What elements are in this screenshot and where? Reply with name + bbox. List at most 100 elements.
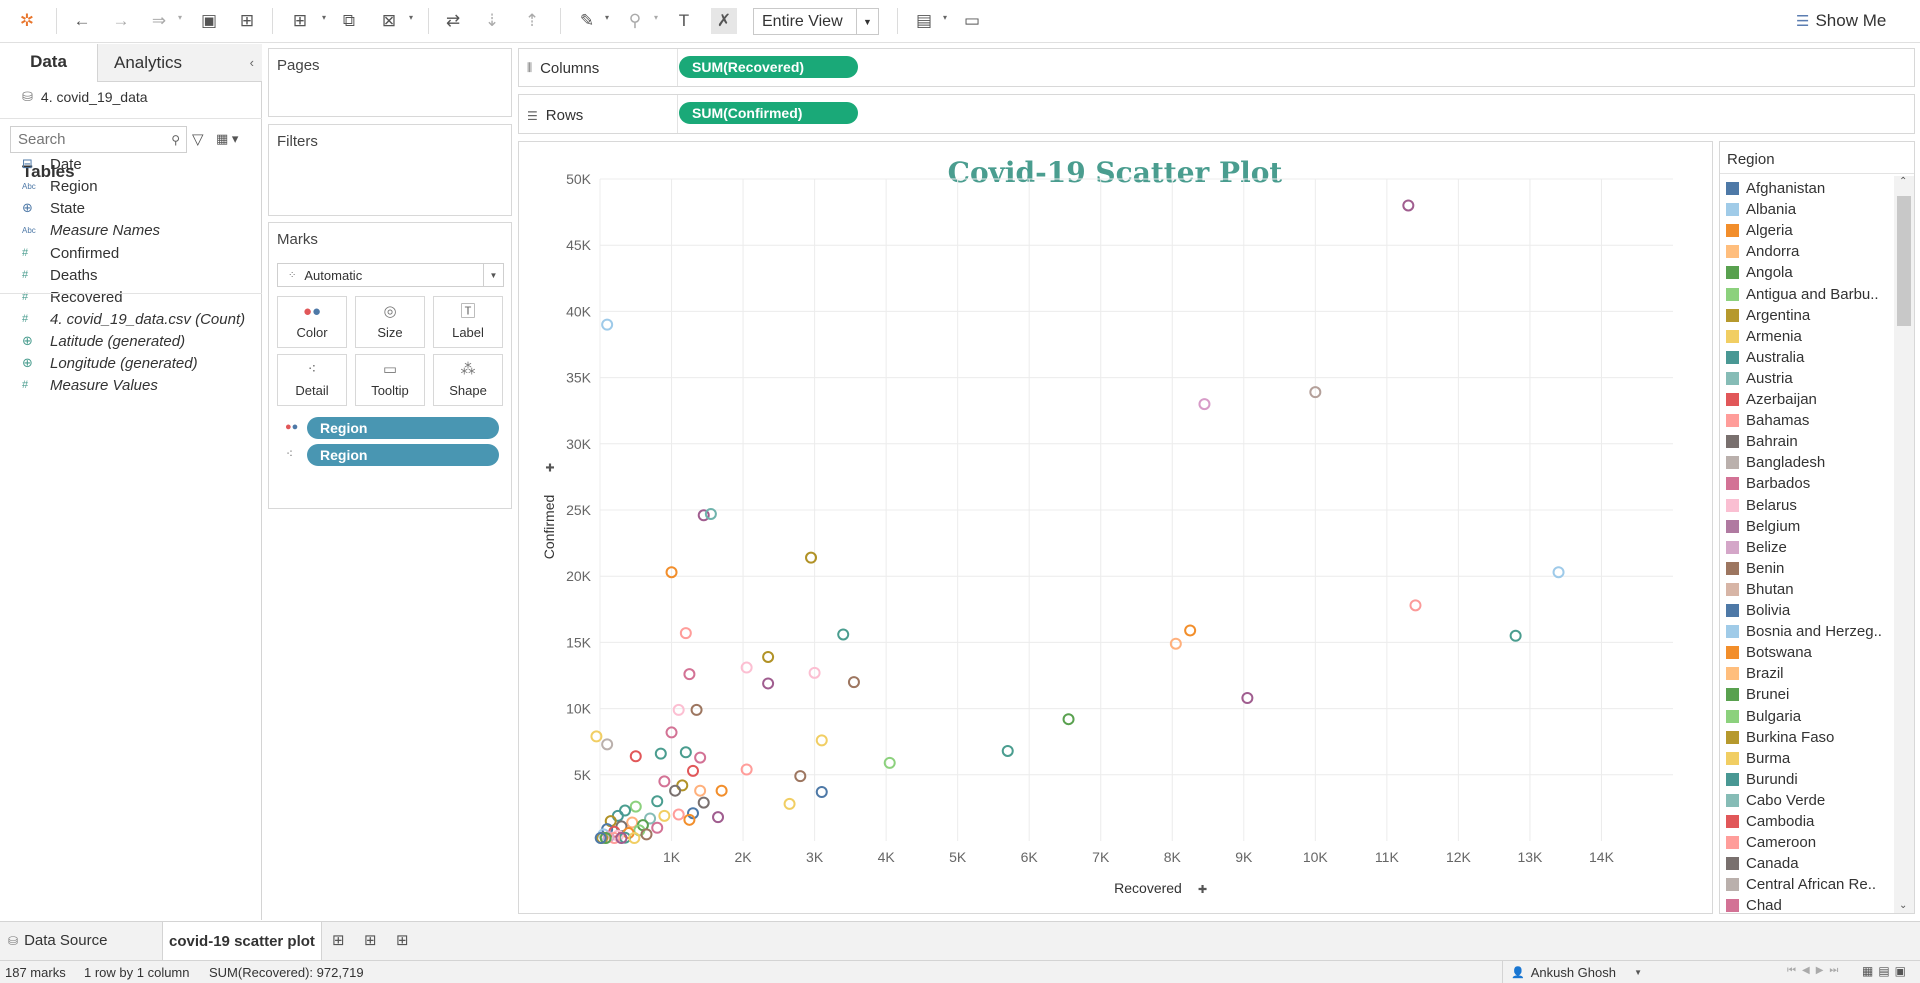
scatter-point[interactable]	[1184, 624, 1197, 637]
legend-item[interactable]: Belgium	[1726, 516, 1800, 537]
legend-item[interactable]: Burma	[1726, 748, 1790, 769]
legend-item[interactable]: Angola	[1726, 262, 1793, 283]
field-region[interactable]: Abc Region	[22, 175, 98, 197]
scatter-point[interactable]	[672, 808, 685, 821]
scatter-point[interactable]	[601, 738, 614, 751]
presentation-mode-icon[interactable]: ▭	[959, 8, 985, 34]
tab-analytics[interactable]: Analytics ‹	[97, 44, 262, 82]
legend-item[interactable]: Azerbaijan	[1726, 389, 1817, 410]
legend-item[interactable]: Canada	[1726, 853, 1799, 874]
search-input[interactable]	[18, 131, 163, 148]
visualization-area[interactable]: Covid-19 Scatter Plot 5K 10K 15K 20K 25K 30K 3…	[518, 141, 1713, 914]
scatter-point[interactable]	[629, 800, 642, 813]
scatter-point[interactable]	[1402, 199, 1415, 212]
field-recovered[interactable]: # Recovered	[22, 286, 123, 308]
legend-item[interactable]: Bulgaria	[1726, 706, 1801, 727]
replay-icon[interactable]: ⇒	[146, 8, 172, 34]
redo-icon[interactable]: →	[108, 8, 134, 34]
show-cards-dropdown-icon[interactable]: ▾	[943, 13, 947, 22]
legend-item[interactable]: Cambodia	[1726, 811, 1814, 832]
scatter-point[interactable]	[679, 627, 692, 640]
new-worksheet-dropdown-icon[interactable]: ▾	[322, 13, 326, 22]
scatter-point[interactable]	[815, 786, 828, 799]
field-measure-names[interactable]: Abc Measure Names	[22, 219, 160, 241]
scroll-down-icon[interactable]: ⌄	[1899, 900, 1907, 911]
legend-item[interactable]: Andorra	[1726, 241, 1799, 262]
scroll-up-icon[interactable]: ⌃	[1899, 176, 1907, 187]
field-latitude-generated[interactable]: ⊕ Latitude (generated)	[22, 330, 185, 352]
duplicate-sheet-icon[interactable]: ⧉	[336, 8, 362, 34]
region-color-pill[interactable]: Region	[307, 417, 499, 439]
legend-item[interactable]: Albania	[1726, 199, 1796, 220]
scatter-point[interactable]	[651, 821, 664, 834]
new-worksheet-icon[interactable]: ⊞	[332, 931, 345, 949]
legend-item[interactable]: Armenia	[1726, 326, 1802, 347]
scatter-chart[interactable]: Covid-19 Scatter Plot 5K 10K 15K 20K 25K 30K 3…	[519, 142, 1712, 913]
field-deaths[interactable]: # Deaths	[22, 264, 98, 286]
y-axis-title[interactable]: Confirmed	[541, 495, 557, 560]
scatter-point[interactable]	[651, 795, 664, 808]
tab-data[interactable]: Data	[0, 44, 97, 82]
legend-item[interactable]: Bolivia	[1726, 600, 1790, 621]
clear-sheet-icon[interactable]: ⊠	[376, 8, 402, 34]
legend-item[interactable]: Botswana	[1726, 642, 1812, 663]
legend-item[interactable]: Brazil	[1726, 663, 1784, 684]
field-4-covid-19-data-csv-count[interactable]: #4. covid_19_data.csv (Count)	[22, 308, 245, 330]
user-menu[interactable]: 👤 Ankush Ghosh ▼	[1502, 961, 1650, 983]
scatter-point[interactable]	[783, 797, 796, 810]
new-worksheet-icon[interactable]: ⊞	[287, 8, 313, 34]
sort-descending-icon[interactable]: ⇡	[519, 8, 545, 34]
scrollbar-thumb[interactable]	[1897, 196, 1911, 326]
legend-item[interactable]: Brunei	[1726, 684, 1789, 705]
legend-item[interactable]: Australia	[1726, 347, 1804, 368]
scatter-point[interactable]	[762, 650, 775, 663]
scatter-point[interactable]	[712, 811, 725, 824]
fit-view-dropdown[interactable]: Entire View ▼	[753, 8, 879, 35]
view-options-icon[interactable]: ▦ ▾	[216, 131, 238, 147]
scatter-point[interactable]	[847, 676, 860, 689]
replay-dropdown-icon[interactable]: ▾	[178, 13, 182, 22]
legend-item[interactable]: Belize	[1726, 537, 1787, 558]
legend-item[interactable]: Barbados	[1726, 473, 1810, 494]
scatter-point[interactable]	[658, 775, 671, 788]
highlight-icon[interactable]: ✎	[574, 8, 600, 34]
legend-item[interactable]: Central African Re..	[1726, 874, 1876, 895]
legend-item[interactable]: Bhutan	[1726, 579, 1794, 600]
show-labels-icon[interactable]: T	[671, 8, 697, 34]
columns-shelf[interactable]: ⫼ Columns SUM(Recovered)	[518, 48, 1915, 87]
legend-item[interactable]: Chad	[1726, 895, 1782, 913]
legend-item[interactable]: Bangladesh	[1726, 452, 1825, 473]
legend-item[interactable]: Belarus	[1726, 495, 1797, 516]
scatter-point[interactable]	[1001, 744, 1014, 757]
field-date[interactable]: ⊟ Date	[22, 153, 82, 175]
data-source-tab[interactable]: ⛁ Data Source	[8, 932, 107, 949]
scatter-point[interactable]	[679, 746, 692, 759]
x-axis-title[interactable]: Recovered	[1114, 880, 1182, 896]
filters-card[interactable]: Filters	[268, 124, 512, 216]
new-dashboard-icon[interactable]: ⊞	[364, 931, 377, 949]
scatter-point[interactable]	[683, 668, 696, 681]
scatter-point[interactable]	[762, 677, 775, 690]
highlight-dropdown-icon[interactable]: ▾	[605, 13, 609, 22]
scatter-point[interactable]	[601, 318, 614, 331]
region-detail-pill[interactable]: Region	[307, 444, 499, 466]
collapse-pane-icon[interactable]: ‹	[250, 55, 254, 70]
scatter-point[interactable]	[1062, 713, 1075, 726]
field-confirmed[interactable]: # Confirmed	[22, 242, 119, 264]
show-me-button[interactable]: ☰ Show Me	[1796, 9, 1886, 33]
tab-covid-19-scatter-plot[interactable]: covid-19 scatter plot	[162, 922, 322, 960]
scatter-point[interactable]	[690, 703, 703, 716]
filter-icon[interactable]: ▽	[192, 130, 204, 148]
shape-button[interactable]: ⁂ Shape	[433, 354, 503, 406]
mark-type-dropdown[interactable]: ⁘ Automatic ▼	[277, 263, 504, 287]
data-points[interactable]	[590, 199, 1565, 844]
fix-axes-icon[interactable]: ✗	[711, 8, 737, 34]
color-button[interactable]: ●● Color	[277, 296, 347, 348]
legend-item[interactable]: Burkina Faso	[1726, 727, 1834, 748]
clear-sheet-dropdown-icon[interactable]: ▾	[409, 13, 413, 22]
legend-scrollbar[interactable]: ⌃ ⌄	[1894, 176, 1914, 913]
new-datasource-icon[interactable]: ⊞	[234, 8, 260, 34]
sheet-view-icons[interactable]: ▦▤▣	[1862, 964, 1911, 978]
show-cards-icon[interactable]: ▤	[911, 8, 937, 34]
scatter-point[interactable]	[694, 751, 707, 764]
